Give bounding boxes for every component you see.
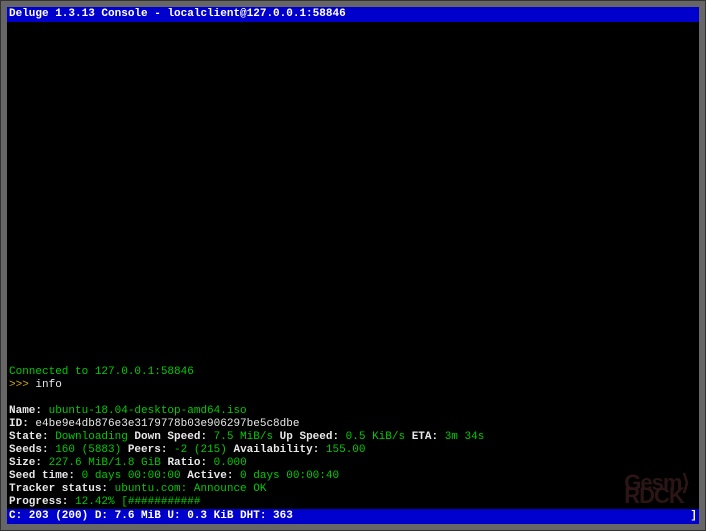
active-value: 0 days 00:00:40 [233,470,339,482]
avail-label: Availability: [227,444,319,456]
blank-line [7,392,699,405]
eta-label: ETA: [405,431,438,443]
peers-value: -2 (215) [167,444,226,456]
ratio-label: Ratio: [161,457,207,469]
upspeed-value: 0.5 KiB/s [339,431,405,443]
seeds-value: 160 (5883) [49,444,122,456]
terminal[interactable]: Deluge 1.3.13 Console - localclient@127.… [7,7,699,524]
terminal-frame: Deluge 1.3.13 Console - localclient@127.… [0,0,706,531]
upspeed-label: Up Speed: [273,431,339,443]
seedtime-row: Seed time: 0 days 00:00:00 Active: 0 day… [7,470,699,483]
eta-value: 3m 34s [438,431,484,443]
status-bar: C: 203 (200) D: 7.6 MiB U: 0.3 KiB DHT: … [7,509,699,524]
state-label: State: [9,431,49,443]
state-row: State: Downloading Down Speed: 7.5 MiB/s… [7,431,699,444]
progress-label: Progress: [9,496,68,508]
output-block: Connected to 127.0.0.1:58846 >>> info Na… [7,366,699,524]
status-tail: ] [690,510,697,523]
app-title: Deluge 1.3.13 Console [9,8,148,20]
name-label: Name: [9,405,42,417]
peers-label: Peers: [121,444,167,456]
size-row: Size: 227.6 MiB/1.8 GiB Ratio: 0.000 [7,457,699,470]
active-label: Active: [181,470,234,482]
command-input[interactable]: info [35,379,61,391]
size-label: Size: [9,457,42,469]
avail-value: 155.00 [319,444,365,456]
torrent-id: e4be9e4db876e3e3179778b03e906297be5c8dbe [29,418,300,430]
client-string: localclient@127.0.0.1:58846 [167,8,345,20]
downspeed-label: Down Speed: [128,431,207,443]
size-value: 227.6 MiB/1.8 GiB [42,457,161,469]
seeds-row: Seeds: 160 (5883) Peers: -2 (215) Availa… [7,444,699,457]
state-value: Downloading [49,431,128,443]
downspeed-value: 7.5 MiB/s [207,431,273,443]
ratio-value: 0.000 [207,457,247,469]
status-text: C: 203 (200) D: 7.6 MiB U: 0.3 KiB DHT: … [9,510,293,523]
seedtime-value: 0 days 00:00:00 [75,470,181,482]
title-bar: Deluge 1.3.13 Console - localclient@127.… [7,7,699,22]
connection-status: Connected to 127.0.0.1:58846 [7,366,699,379]
torrent-name: ubuntu-18.04-desktop-amd64.iso [42,405,247,417]
id-label: ID: [9,418,29,430]
name-row: Name: ubuntu-18.04-desktop-amd64.iso [7,405,699,418]
prompt-mark: >>> [9,379,35,391]
tracker-row: Tracker status: ubuntu.com: Announce OK [7,483,699,496]
seedtime-label: Seed time: [9,470,75,482]
id-row: ID: e4be9e4db876e3e3179778b03e906297be5c… [7,418,699,431]
progress-pct: 12.42% [68,496,114,508]
progress-row: Progress: 12.42% [########### [7,496,699,509]
title-sep: - [148,8,168,20]
progress-bar: [########### [115,496,201,508]
prompt-line: >>> info [7,379,699,392]
tracker-label: Tracker status: [9,483,108,495]
seeds-label: Seeds: [9,444,49,456]
tracker-value: ubuntu.com: Announce OK [108,483,266,495]
